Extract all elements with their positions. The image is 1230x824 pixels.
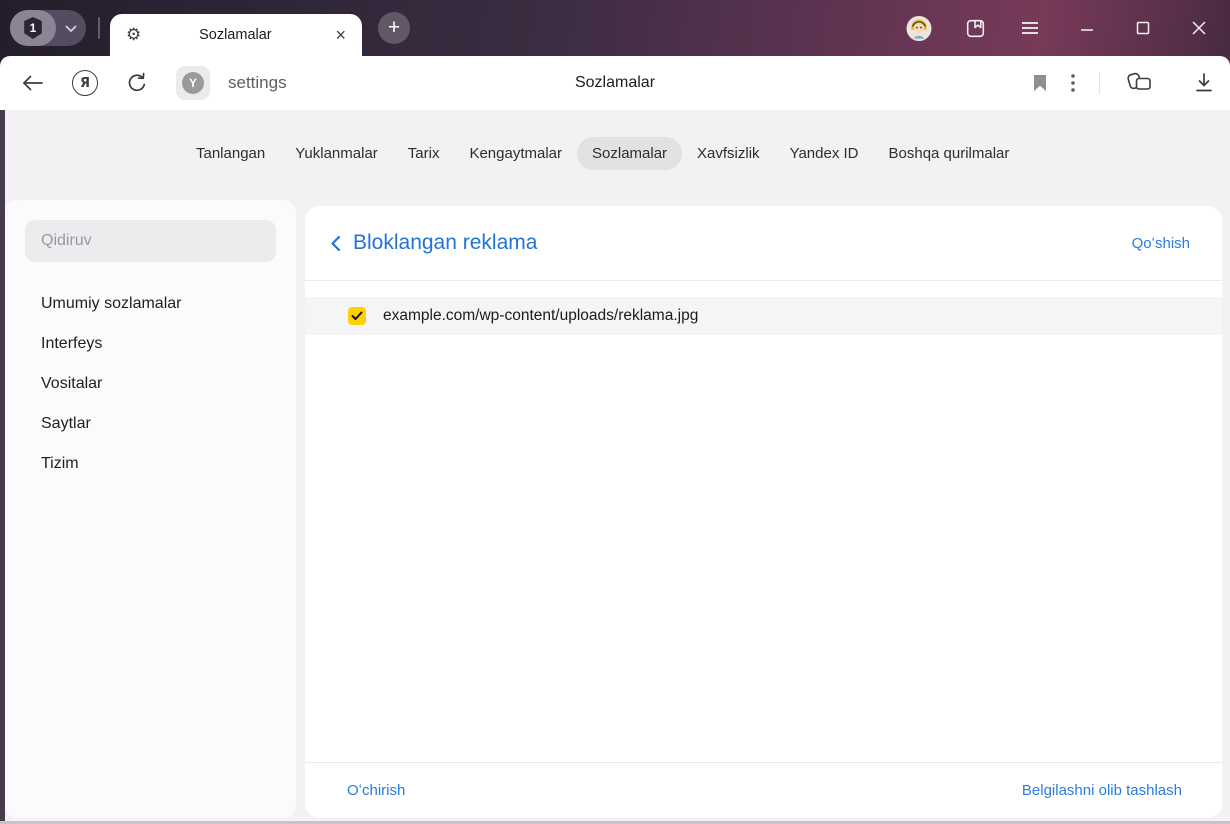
navbar-left: Я Y settings — [0, 66, 287, 100]
site-favicon-glyph: Y — [188, 76, 197, 90]
tab-close-icon[interactable]: × — [329, 25, 352, 46]
tab-xavfsizlik[interactable]: Xavfsizlik — [682, 137, 775, 170]
sidebar-nav-list: Umumiy sozlamalar Interfeys Vositalar Sa… — [5, 284, 296, 484]
tab-count-shield-icon: 1 — [24, 17, 42, 39]
site-favicon: Y — [182, 72, 204, 94]
tab-boshqa-qurilmalar[interactable]: Boshqa qurilmalar — [874, 137, 1025, 170]
blocked-ads-panel: Bloklangan reklama Qoʻshish example.com/… — [305, 206, 1222, 818]
tab-list-dropdown[interactable] — [56, 24, 86, 32]
browser-window: 1 ⚙ Sozlamalar × + Я Y settings Sozlamal… — [0, 0, 1230, 824]
delete-link[interactable]: Oʻchirish — [347, 782, 405, 799]
page-title: Sozlamalar — [574, 74, 656, 91]
sidebar-item-umumiy-sozlamalar[interactable]: Umumiy sozlamalar — [5, 284, 296, 324]
chevron-down-icon — [65, 24, 77, 32]
refresh-button[interactable] — [126, 72, 148, 94]
maximize-button[interactable] — [1130, 15, 1156, 41]
blocked-url: example.com/wp-content/uploads/reklama.j… — [383, 307, 699, 324]
minimize-button[interactable] — [1074, 15, 1100, 41]
bookmark-icon[interactable] — [1033, 74, 1047, 92]
sidebar-search-box[interactable] — [25, 220, 276, 262]
site-badge[interactable]: Y — [176, 66, 210, 100]
tab-yandex-id[interactable]: Yandex ID — [775, 137, 874, 170]
avatar-image — [906, 15, 932, 41]
tab-count: 1 — [29, 21, 37, 35]
download-icon[interactable] — [1194, 72, 1214, 94]
search-input[interactable] — [41, 232, 260, 250]
plus-icon: + — [387, 16, 401, 39]
profile-avatar[interactable] — [906, 15, 932, 41]
blocked-ads-list: example.com/wp-content/uploads/reklama.j… — [305, 297, 1222, 335]
header-divider — [305, 280, 1222, 281]
sidebar-item-vositalar[interactable]: Vositalar — [5, 364, 296, 404]
tab-tanlangan[interactable]: Tanlangan — [181, 137, 280, 170]
clear-selection-link[interactable]: Belgilashni olib tashlash — [1022, 782, 1182, 799]
tab-counter-badge[interactable]: 1 — [10, 10, 56, 46]
new-tab-button[interactable]: + — [378, 12, 410, 44]
panel-footer: Oʻchirish Belgilashni olib tashlash — [305, 762, 1222, 818]
back-button[interactable] — [22, 75, 44, 91]
sidebar-item-tizim[interactable]: Tizim — [5, 444, 296, 484]
titlebar-separator — [98, 17, 100, 39]
active-browser-tab[interactable]: ⚙ Sozlamalar × — [110, 14, 362, 56]
item-checkbox[interactable] — [348, 307, 366, 325]
list-item: example.com/wp-content/uploads/reklama.j… — [305, 297, 1222, 335]
sidebar-item-saytlar[interactable]: Saytlar — [5, 404, 296, 444]
tab-title: Sozlamalar — [199, 27, 272, 43]
checkmark-icon — [351, 311, 363, 320]
tab-yuklanmalar[interactable]: Yuklanmalar — [280, 137, 393, 170]
address-url[interactable]: settings — [228, 73, 287, 93]
add-link[interactable]: Qoʻshish — [1132, 235, 1190, 252]
navbar-separator — [1099, 72, 1100, 94]
sidebar-item-interfeys[interactable]: Interfeys — [5, 324, 296, 364]
tab-kengaytmalar[interactable]: Kengaytmalar — [454, 137, 577, 170]
notifications-icon[interactable] — [962, 15, 988, 41]
panel-header: Bloklangan reklama Qoʻshish — [305, 206, 1222, 280]
section-title: Bloklangan reklama — [353, 231, 538, 254]
titlebar-right-controls — [906, 15, 1212, 41]
collections-icon[interactable] — [1124, 70, 1154, 96]
yandex-logo-icon[interactable]: Я — [72, 70, 98, 96]
yandex-logo-glyph: Я — [79, 75, 90, 91]
settings-gear-icon: ⚙ — [126, 25, 142, 45]
menu-icon[interactable] — [1018, 15, 1044, 41]
panel-spacer — [305, 335, 1222, 762]
tab-tarix[interactable]: Tarix — [393, 137, 455, 170]
settings-tabs: Tanlangan Yuklanmalar Tarix Kengaytmalar… — [0, 110, 1230, 196]
kebab-menu-icon[interactable] — [1071, 74, 1075, 92]
tab-counter-button[interactable]: 1 — [10, 10, 86, 46]
navbar: Я Y settings Sozlamalar — [0, 56, 1230, 110]
back-chevron-icon[interactable] — [330, 235, 341, 252]
tab-sozlamalar[interactable]: Sozlamalar — [577, 136, 683, 170]
navbar-right — [1033, 56, 1214, 110]
close-window-button[interactable] — [1186, 15, 1212, 41]
titlebar: 1 ⚙ Sozlamalar × + — [0, 0, 1230, 56]
settings-sidebar: Umumiy sozlamalar Interfeys Vositalar Sa… — [5, 200, 296, 818]
